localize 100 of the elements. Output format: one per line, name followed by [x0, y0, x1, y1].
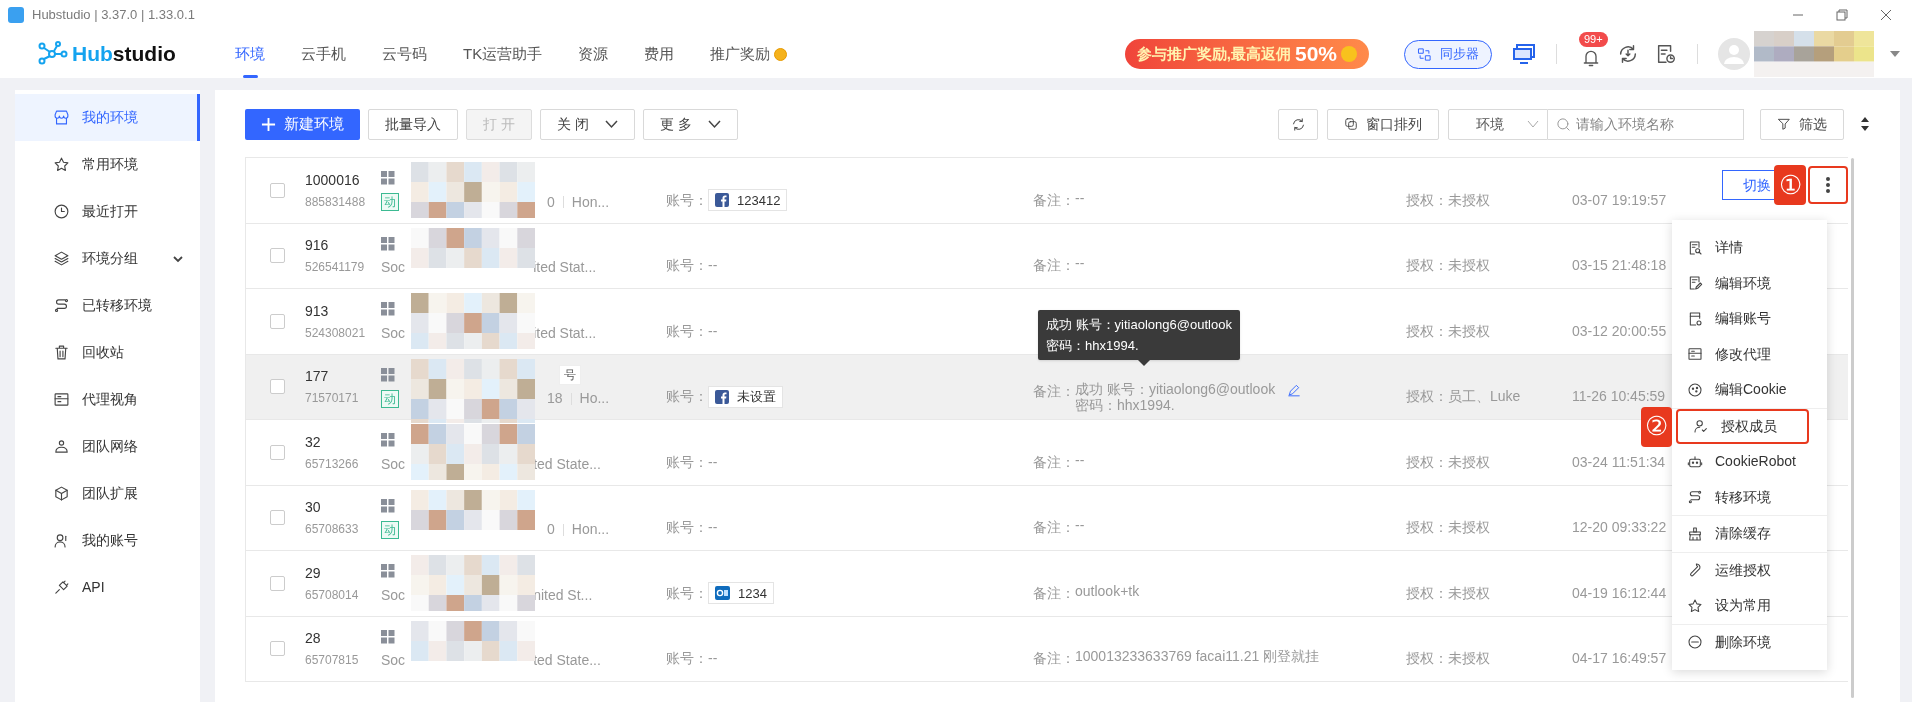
- sidebar-item[interactable]: API: [15, 564, 200, 611]
- close-icon[interactable]: [1880, 9, 1892, 21]
- note-text: outlook+tk: [1075, 582, 1140, 599]
- more-button[interactable]: [1808, 166, 1848, 205]
- menu-item[interactable]: 删除环境: [1672, 624, 1827, 660]
- refresh-button[interactable]: [1278, 108, 1318, 140]
- sidebar-item[interactable]: 代理视角: [15, 376, 200, 423]
- account-chip[interactable]: 1234: [708, 582, 774, 605]
- sidebar-item[interactable]: 团队网络: [15, 423, 200, 470]
- refresh-icon: [1290, 116, 1306, 132]
- last-opened-time: 04-19 16:12:44: [1572, 583, 1668, 603]
- panel-icon: [53, 391, 70, 408]
- row-checkbox[interactable]: [270, 182, 285, 198]
- account-label: 账号：: [666, 518, 708, 538]
- menu-item[interactable]: 转移环境: [1672, 479, 1827, 515]
- row-checkbox[interactable]: [270, 444, 285, 460]
- sidebar-item[interactable]: 环境分组: [15, 235, 200, 282]
- nav-tab[interactable]: TK运营助手: [463, 30, 543, 78]
- windows-icon: [381, 498, 395, 513]
- account-label: 账号：: [666, 649, 708, 669]
- sidebar-item[interactable]: 团队扩展: [15, 470, 200, 517]
- menu-item[interactable]: 编辑环境: [1672, 265, 1827, 301]
- pencil-icon[interactable]: [1287, 382, 1302, 397]
- window-arrange-button[interactable]: 窗口排列: [1327, 108, 1439, 140]
- row-checkbox[interactable]: [270, 575, 285, 591]
- account-chip[interactable]: 123412: [708, 189, 788, 212]
- toolbar-button[interactable]: 关 闭: [539, 108, 635, 140]
- environment-code: 65708014: [305, 586, 360, 604]
- nav-tab[interactable]: 云号码: [382, 30, 427, 78]
- sidebar-item[interactable]: 最近打开: [15, 188, 200, 235]
- document-edit-icon: [1687, 275, 1703, 292]
- account-value: --: [708, 452, 718, 472]
- nav-tab[interactable]: 费用: [644, 30, 675, 78]
- row-checkbox[interactable]: [270, 379, 285, 395]
- auth-value: 未授权: [1448, 452, 1490, 472]
- environment-select[interactable]: 环境: [1448, 108, 1548, 140]
- auth-label: 授权：: [1406, 321, 1448, 341]
- auth-label: 授权：: [1406, 649, 1448, 669]
- menu-item[interactable]: 详情: [1672, 230, 1827, 266]
- last-opened-time: 03-24 11:51:34: [1572, 452, 1667, 472]
- panel-icon: [1687, 346, 1703, 363]
- auth-value: 未授权: [1448, 321, 1490, 341]
- search-icon: [1556, 116, 1571, 132]
- platform-text: Soc: [381, 651, 406, 671]
- new-environment-button[interactable]: 新建环境: [245, 108, 360, 140]
- toolbar-button[interactable]: 批量导入: [368, 108, 458, 140]
- sidebar-item[interactable]: 已转移环境: [15, 282, 200, 329]
- row-checkbox[interactable]: [270, 313, 285, 329]
- menu-item[interactable]: 运维授权: [1672, 552, 1827, 588]
- account-value: --: [708, 518, 718, 538]
- windows-icon: [381, 236, 395, 251]
- sort-icon[interactable]: [1860, 117, 1870, 131]
- step-annotation: ①: [1774, 165, 1806, 206]
- sidebar-item[interactable]: 我的账号: [15, 517, 200, 564]
- menu-item[interactable]: CookieRobot: [1672, 444, 1827, 480]
- sidebar-item[interactable]: 常用环境: [15, 141, 200, 188]
- note-label: 备注：: [1033, 518, 1075, 538]
- sync-icon[interactable]: [1617, 43, 1639, 65]
- monitor-icon[interactable]: [1512, 43, 1536, 65]
- city-text: Hon...: [571, 192, 610, 212]
- menu-item[interactable]: 清除缓存: [1672, 516, 1827, 552]
- plug-icon: [53, 579, 70, 596]
- document-gear-icon: [1687, 310, 1703, 327]
- toolbar-button[interactable]: 更 多: [642, 108, 738, 140]
- sidebar-item[interactable]: 回收站: [15, 329, 200, 376]
- account-chip[interactable]: 未设置: [708, 385, 783, 408]
- row-checkbox[interactable]: [270, 510, 285, 526]
- windows-icon: [381, 367, 395, 382]
- auth-label: 授权：: [1406, 583, 1448, 603]
- search-field[interactable]: 请输入环境名称: [1548, 108, 1744, 140]
- menu-item[interactable]: 设为常用: [1672, 588, 1827, 624]
- nav-tab[interactable]: 推广奖励: [710, 30, 788, 78]
- environment-id: 1000016: [305, 170, 361, 190]
- dynamic-tag: 动: [381, 193, 399, 212]
- environment-code: 885831488: [305, 193, 367, 211]
- auth-label: 授权：: [1406, 452, 1448, 472]
- nav-tab[interactable]: 环境: [235, 30, 265, 78]
- menu-item[interactable]: 编辑Cookie: [1672, 372, 1827, 408]
- schedule-icon[interactable]: [1655, 43, 1677, 65]
- row-checkbox[interactable]: [270, 641, 285, 657]
- nav-tab[interactable]: 云手机: [301, 30, 346, 78]
- note-text: 密码：hhx1994.: [1075, 396, 1175, 413]
- nav-tab[interactable]: 资源: [578, 30, 609, 78]
- coin-icon: [774, 47, 788, 61]
- menu-item[interactable]: 编辑账号: [1672, 301, 1827, 337]
- caret-icon[interactable]: [1890, 50, 1900, 58]
- restore-icon[interactable]: [1836, 9, 1848, 21]
- sync-button[interactable]: 同步器: [1404, 39, 1492, 69]
- windows-stack-icon: [1344, 117, 1358, 131]
- logo-text: Hubstudio: [72, 41, 176, 68]
- filter-button[interactable]: 筛选: [1760, 108, 1844, 140]
- last-opened-time: 04-17 16:49:57: [1572, 649, 1668, 669]
- sidebar-item[interactable]: 我的环境: [15, 94, 200, 141]
- environment-code: 65713266: [305, 455, 360, 473]
- account-label: 账号：: [666, 387, 708, 407]
- row-checkbox[interactable]: [270, 248, 285, 264]
- bell-icon[interactable]: [1581, 48, 1601, 68]
- account-label: 账号：: [666, 321, 708, 341]
- note-text: --: [1075, 255, 1085, 272]
- account-label: 账号：: [666, 190, 708, 210]
